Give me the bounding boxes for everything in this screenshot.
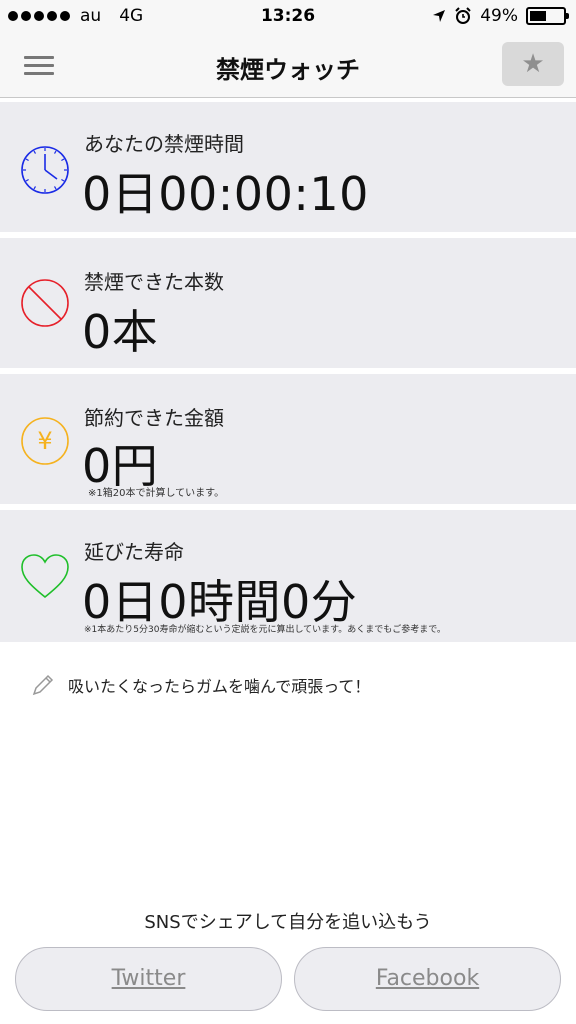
quit-time-value: 0日00:00:10 — [82, 167, 369, 221]
star-icon: ★ — [521, 49, 545, 79]
card-quit-time: あなたの禁煙時間 0日00:00:10 — [0, 102, 576, 232]
quit-time-label: あなたの禁煙時間 — [84, 132, 244, 156]
yen-glyph: ¥ — [37, 427, 52, 455]
heart-icon — [21, 554, 69, 599]
card-money-saved: ¥ 節約できた金額 0円 ※1箱20本で計算しています。 — [0, 374, 576, 504]
card-cigarettes-avoided: 禁煙できた本数 0本 — [0, 238, 576, 368]
clock-icon — [21, 146, 69, 194]
money-note: ※1箱20本で計算しています。 — [88, 488, 225, 499]
battery-percent: 49% — [480, 6, 518, 26]
alarm-clock-icon — [455, 7, 471, 24]
location-arrow-icon — [433, 10, 446, 22]
twitter-button[interactable]: Twitter — [15, 947, 282, 1011]
pencil-icon — [32, 674, 54, 696]
page-title: 禁煙ウォッチ — [216, 56, 360, 84]
share-prompt: SNSでシェアして自分を追い込もう — [144, 912, 432, 933]
money-label: 節約できた金額 — [84, 406, 224, 430]
battery-icon — [526, 7, 569, 25]
cigarettes-label: 禁煙できた本数 — [84, 270, 224, 294]
tip-text: 吸いたくなったらガムを噛んで頑張って！ — [68, 677, 371, 696]
prohibited-icon — [21, 279, 69, 327]
status-bar: au 4G 13:26 49% — [0, 0, 576, 34]
tip-row: 吸いたくなったらガムを噛んで頑張って！ — [30, 672, 370, 698]
status-right: 49% — [432, 6, 569, 26]
favorite-button[interactable]: ★ — [502, 42, 564, 86]
cigarettes-value: 0本 — [82, 305, 159, 359]
life-note: ※1本あたり5分30寿命が縮むという定説を元に算出しています。あくまでもご参考ま… — [84, 625, 446, 635]
yen-icon: ¥ — [21, 417, 69, 465]
facebook-button[interactable]: Facebook — [294, 947, 561, 1011]
navigation-bar: 禁煙ウォッチ ★ — [0, 34, 576, 98]
life-label: 延びた寿命 — [84, 540, 184, 564]
card-life-extended: 延びた寿命 0日0時間0分 ※1本あたり5分30寿命が縮むという定説を元に算出し… — [0, 510, 576, 642]
